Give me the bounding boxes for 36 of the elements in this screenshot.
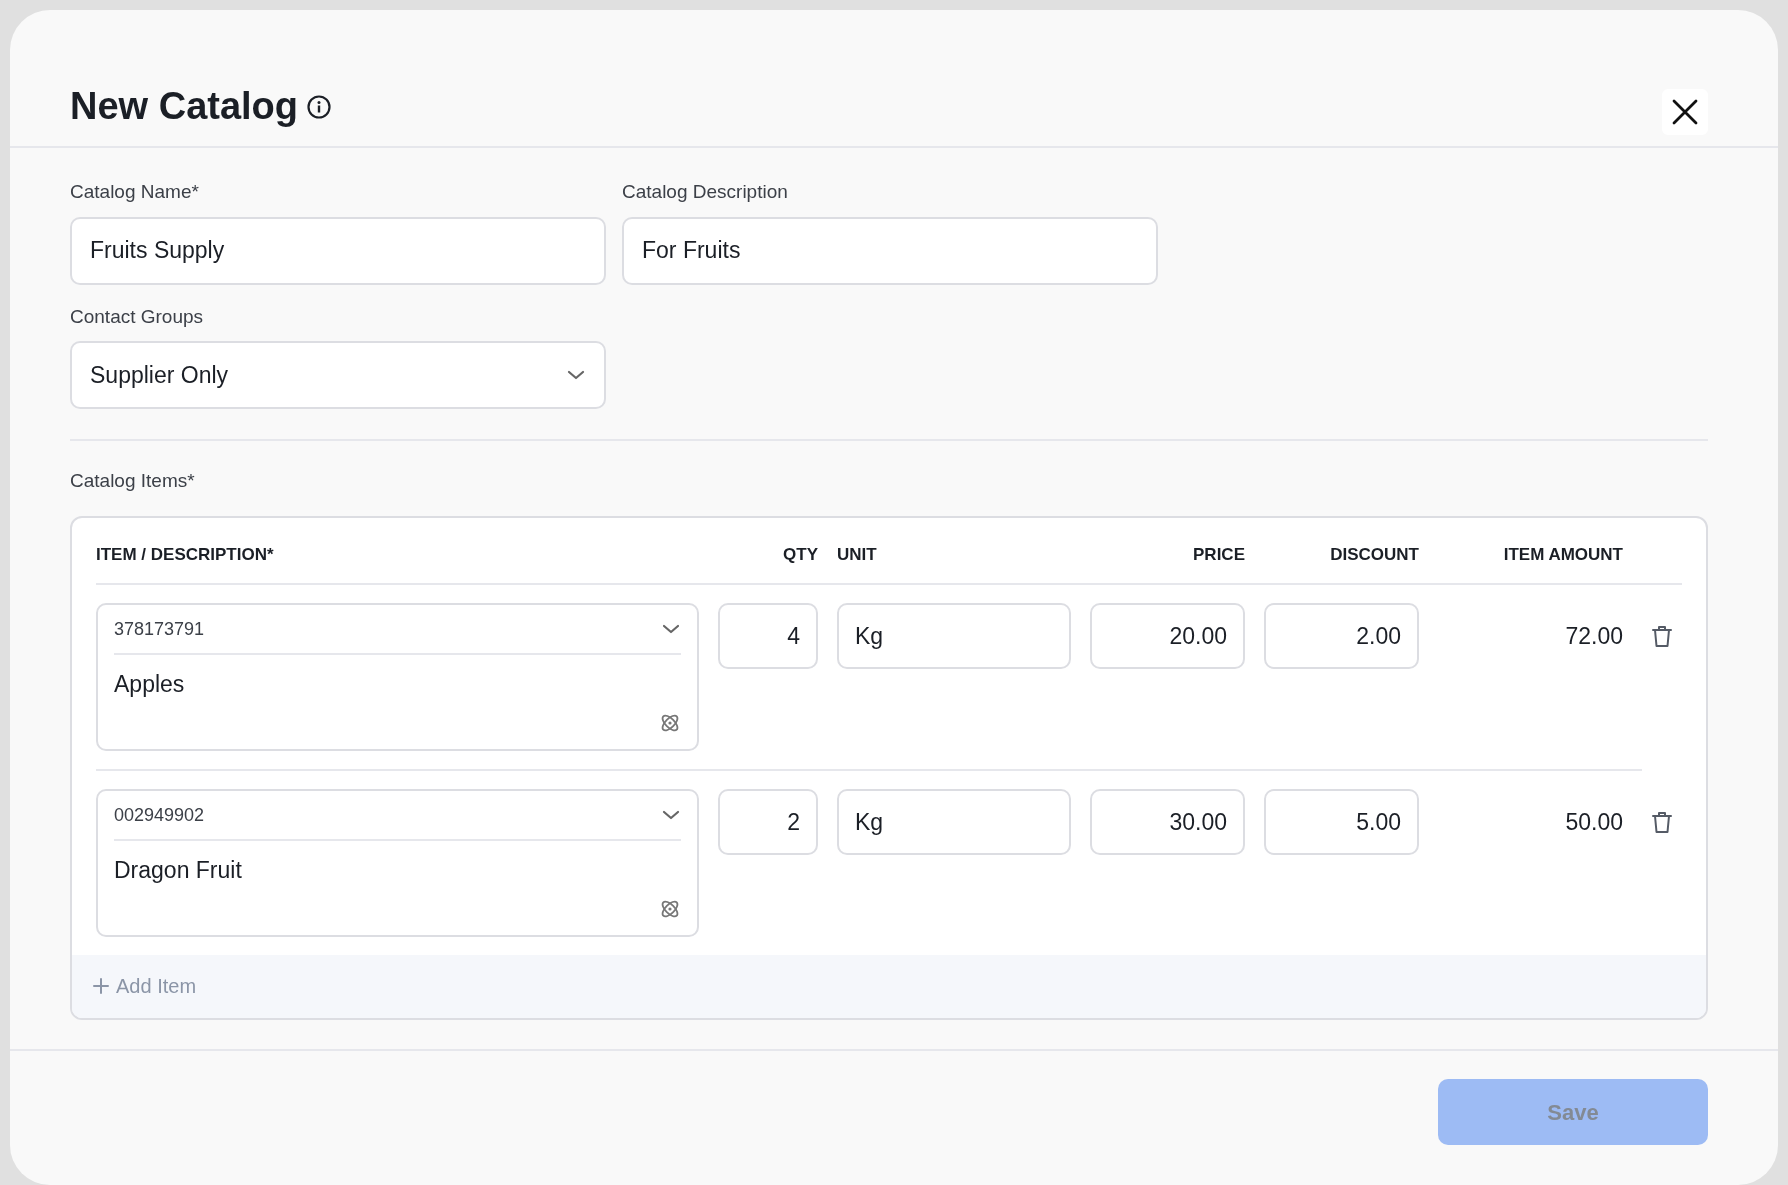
price-field[interactable]: 30.00 xyxy=(1090,789,1245,855)
column-header: PRICE xyxy=(1192,543,1245,566)
unit-field[interactable]: Kg xyxy=(837,603,1071,669)
info-icon xyxy=(306,94,333,120)
field-label: Catalog Name* xyxy=(70,180,199,204)
trash-icon xyxy=(1651,624,1673,649)
price-field[interactable]: 20.00 xyxy=(1090,603,1245,669)
text-field[interactable]: Fruits Supply xyxy=(70,216,606,285)
section-label: Catalog Items* xyxy=(70,469,195,493)
item-amount: 72.00 xyxy=(1565,621,1623,651)
item-code-select[interactable]: 378173791 xyxy=(114,605,681,655)
trash-icon xyxy=(1651,810,1673,835)
delete-button[interactable] xyxy=(1651,809,1673,835)
item-amount: 50.00 xyxy=(1565,807,1623,837)
field-label: Contact Groups xyxy=(70,304,204,329)
qty-field[interactable]: 4 xyxy=(718,603,818,669)
column-header: QTY xyxy=(782,543,818,566)
plus-icon xyxy=(92,977,110,995)
column-header: ITEM AMOUNT xyxy=(1502,543,1623,566)
qty-field[interactable]: 2 xyxy=(718,789,818,855)
dialog-title: New Catalog xyxy=(70,84,299,130)
close-icon xyxy=(1671,98,1699,126)
item-description[interactable]: Dragon Fruit xyxy=(114,841,681,888)
contact-groups-select[interactable]: Supplier Only xyxy=(70,341,606,409)
item-code-select[interactable]: 002949902 xyxy=(114,791,681,841)
unit-field[interactable]: Kg xyxy=(837,789,1071,855)
text-field[interactable]: For Fruits xyxy=(622,216,1158,285)
item-description[interactable]: Apples xyxy=(114,655,681,702)
delete-button[interactable] xyxy=(1651,623,1673,649)
discount-field[interactable]: 5.00 xyxy=(1264,789,1419,855)
discount-field[interactable]: 2.00 xyxy=(1264,603,1419,669)
column-header: UNIT xyxy=(837,543,878,566)
column-header: DISCOUNT xyxy=(1329,543,1419,566)
field-label: Catalog Description xyxy=(622,180,788,204)
column-header: ITEM / DESCRIPTION* xyxy=(96,543,275,566)
close-button[interactable] xyxy=(1662,89,1708,135)
